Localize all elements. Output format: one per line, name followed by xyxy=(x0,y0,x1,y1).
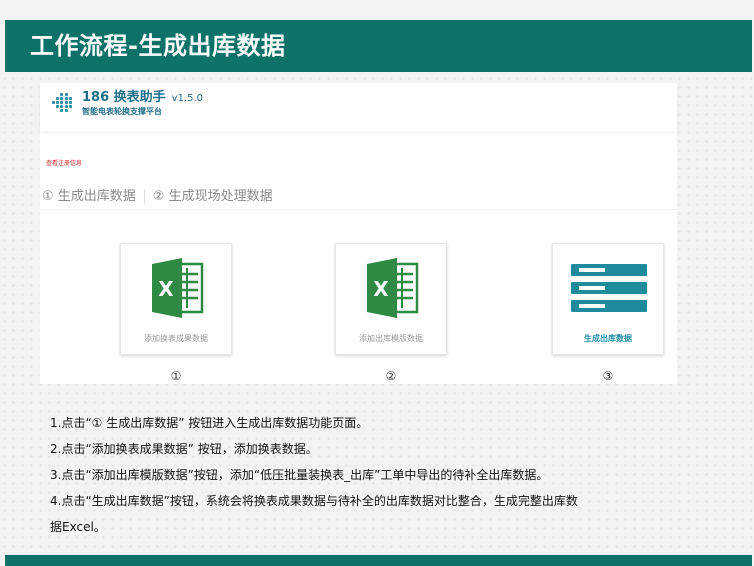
slide-title-bar: 工作流程-生成出库数据 xyxy=(5,20,752,72)
card-number: ② xyxy=(385,369,397,383)
app-name: 186 换表助手 v1.5.0 xyxy=(82,90,204,105)
app-version: v1.5.0 xyxy=(171,93,204,104)
excel-icon: X xyxy=(367,258,419,318)
card-number: ③ xyxy=(602,369,614,383)
app-subtitle: 智能电表轮换支撑平台 xyxy=(82,107,162,116)
slide-bottom-bar xyxy=(5,555,752,566)
app-logo-icon xyxy=(52,93,74,115)
register-info-link[interactable]: 查看注册信息 xyxy=(46,160,82,168)
instruction-step: 1.点击“① 生成出库数据” 按钮进入生成出库数据功能页面。 xyxy=(50,416,369,430)
add-swap-results-button[interactable]: X 添加换表成果数据 xyxy=(120,243,232,355)
card-label: 添加换表成果数据 xyxy=(144,334,208,343)
instruction-list: 1.点击“① 生成出库数据” 按钮进入生成出库数据功能页面。 2.点击“添加换表… xyxy=(50,410,730,540)
svg-text:X: X xyxy=(373,277,389,301)
instruction-step: 2.点击“添加换表成果数据” 按钮，添加换表数据。 xyxy=(50,442,318,456)
svg-text:X: X xyxy=(158,277,174,301)
slide-title: 工作流程-生成出库数据 xyxy=(30,32,286,60)
tab-generate-onsite[interactable]: ② 生成现场处理数据 xyxy=(153,187,273,207)
tab-generate-outbound[interactable]: ① 生成出库数据 xyxy=(42,187,136,207)
tab-divider xyxy=(40,209,677,210)
add-outbound-template-button[interactable]: X 添加出库模版数据 xyxy=(335,243,447,355)
app-screenshot: 186 换表助手 v1.5.0 智能电表轮换支撑平台 查看注册信息 ① 生成出库数… xyxy=(40,83,677,384)
instruction-step: 4.点击“生成出库数据”按钮，系统会将换表成果数据与待补全的出库数据对比整合，生… xyxy=(50,494,578,508)
instruction-step: 3.点击“添加出库模版数据”按钮，添加“低压批量装换表_出库”工单中导出的待补全… xyxy=(50,468,549,482)
card-label: 添加出库模版数据 xyxy=(359,334,423,343)
card-label: 生成出库数据 xyxy=(584,334,632,343)
tab-bar: ① 生成出库数据 ② 生成现场处理数据 xyxy=(42,187,273,207)
card-number: ① xyxy=(170,369,182,383)
app-header: 186 换表助手 v1.5.0 智能电表轮换支撑平台 xyxy=(40,83,677,131)
generate-outbound-button[interactable]: 生成出库数据 xyxy=(552,243,664,355)
instruction-step: 据Excel。 xyxy=(50,520,106,534)
list-bars-icon xyxy=(571,264,647,312)
excel-icon: X xyxy=(152,258,204,318)
